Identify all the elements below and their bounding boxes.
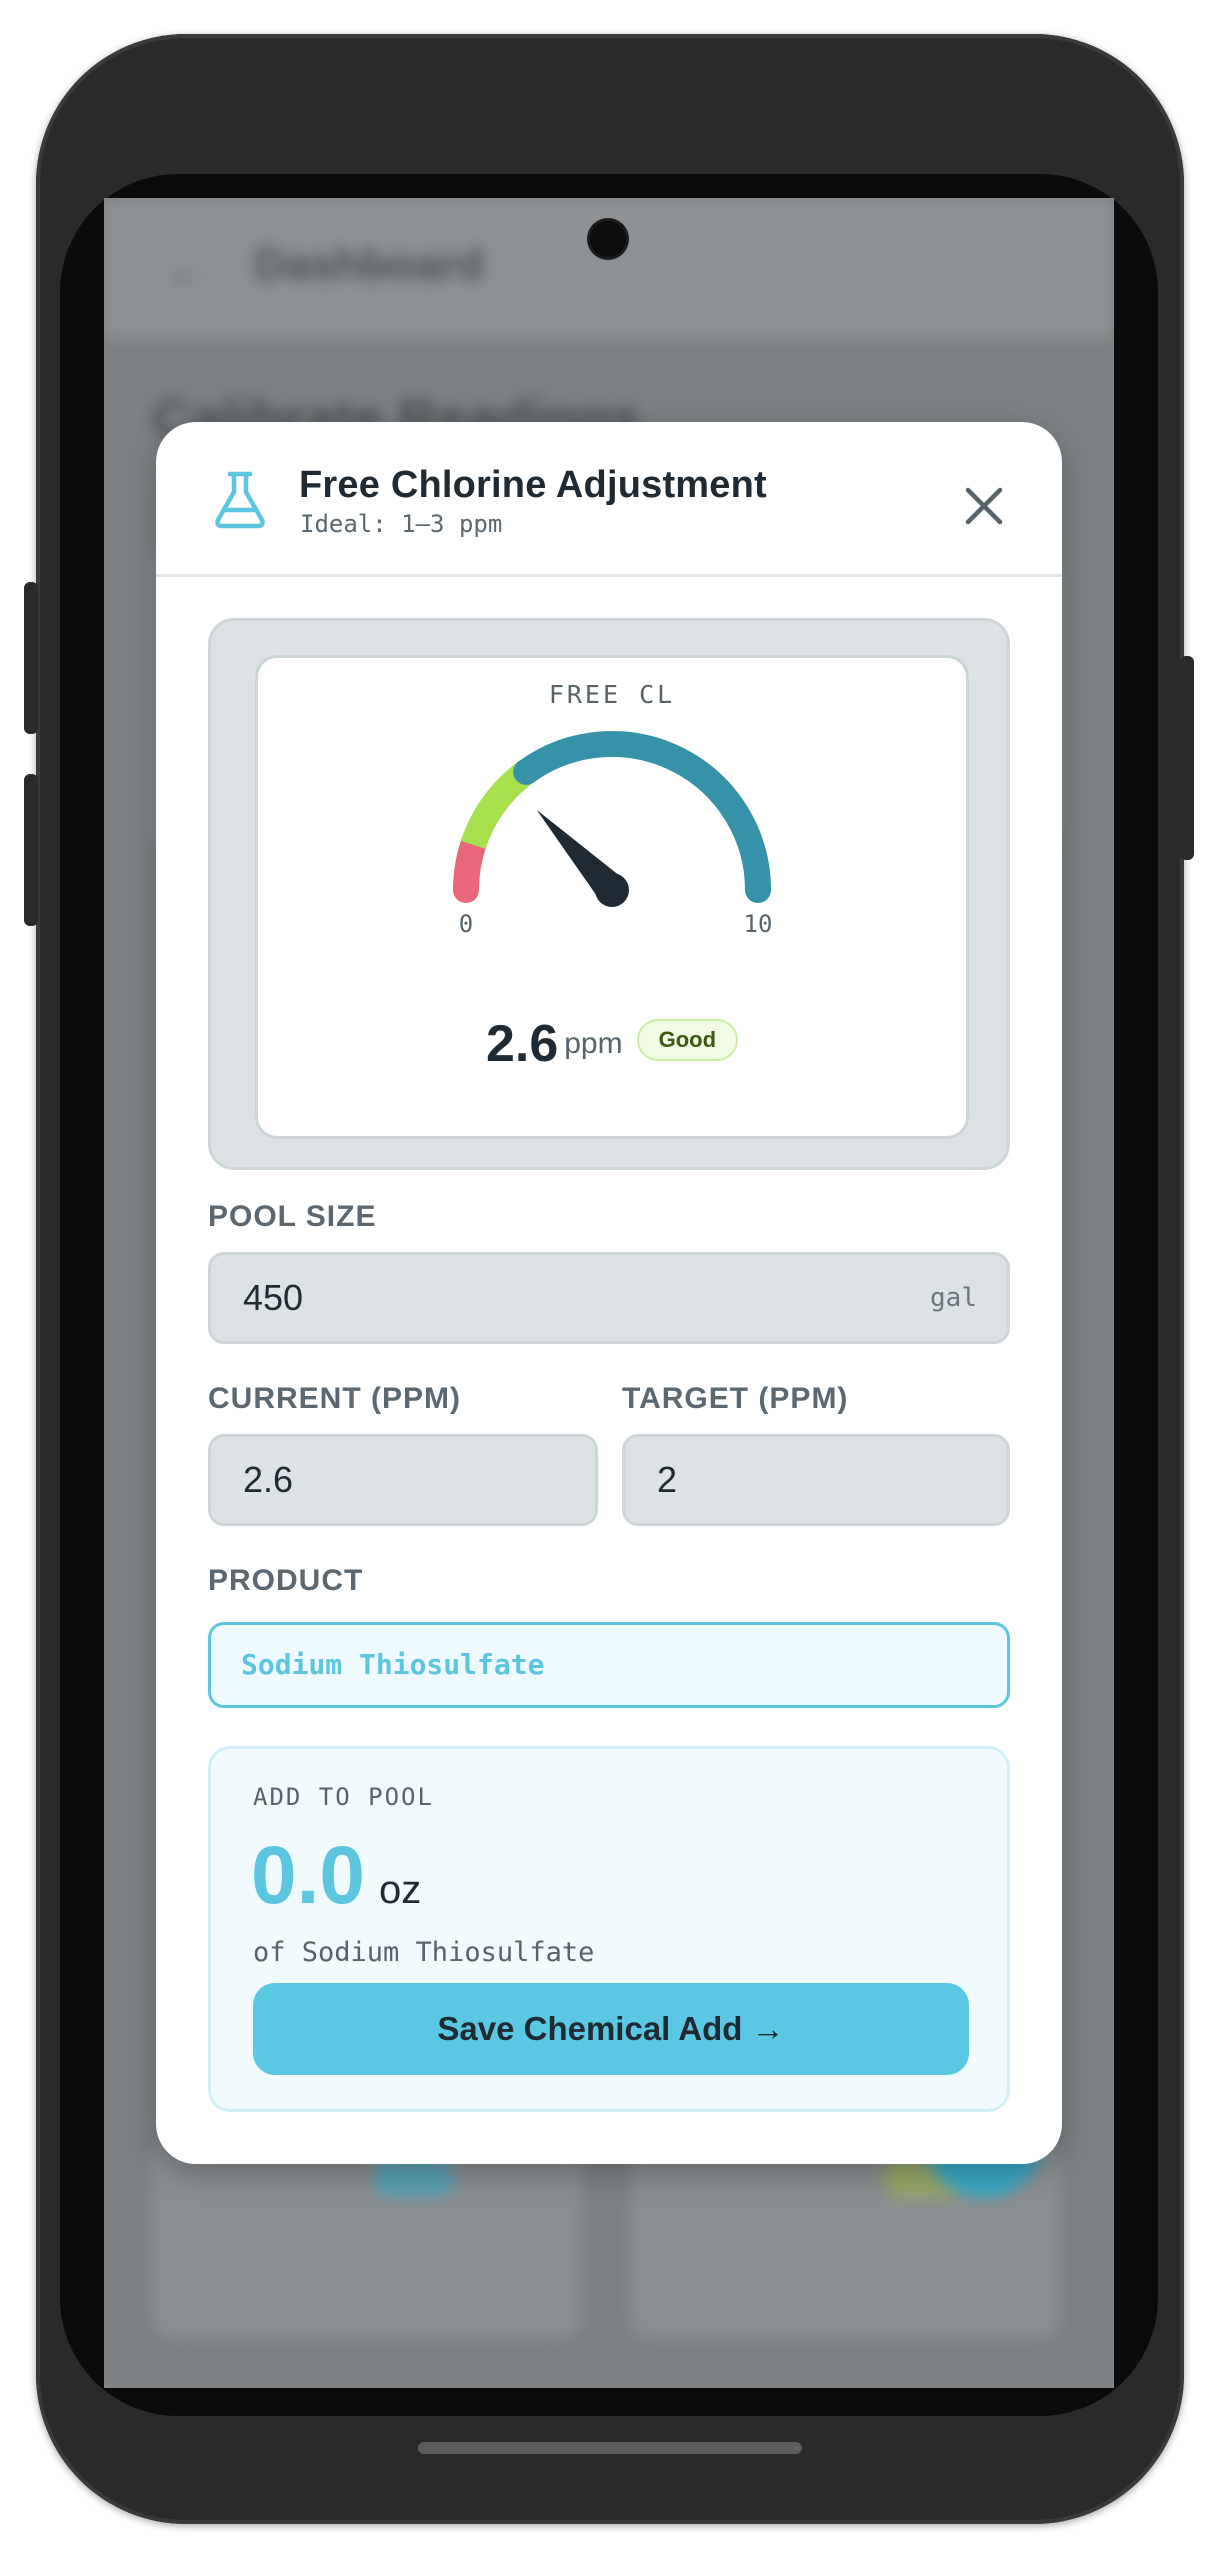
reading-unit: ppm	[564, 1027, 623, 1060]
pool-size-label: POOL SIZE	[208, 1200, 377, 1233]
target-ppm-input[interactable]: 2	[622, 1434, 1010, 1526]
pool-size-input[interactable]: 450 gal	[208, 1252, 1010, 1344]
modal-title: Free Chlorine Adjustment	[299, 464, 767, 506]
volume-down-button	[24, 774, 38, 926]
gauge-card: FREE CL 0 10 2.6 ppm Good	[255, 655, 969, 1139]
flask-icon	[215, 471, 265, 529]
power-button	[1180, 656, 1194, 860]
result-amount: 0.0 oz	[251, 1829, 421, 1923]
current-ppm-value: 2.6	[243, 1459, 294, 1500]
gauge-reading: 2.6 ppm Good	[258, 1014, 966, 1074]
gauge-zone-arc	[453, 831, 487, 903]
result-label: ADD TO POOL	[253, 1783, 434, 1811]
current-ppm-label: CURRENT (PPM)	[208, 1382, 461, 1415]
chlorine-gauge: 0 10	[453, 731, 773, 938]
product-label: PRODUCT	[208, 1564, 364, 1597]
status-badge: Good	[636, 1019, 739, 1061]
current-ppm-input[interactable]: 2.6	[208, 1434, 598, 1526]
result-card: ADD TO POOL 0.0 oz of Sodium Thiosulfate …	[208, 1746, 1010, 2112]
result-unit: oz	[379, 1868, 422, 1912]
home-indicator[interactable]	[418, 2442, 802, 2454]
back-arrow-icon: ←	[164, 243, 210, 295]
volume-up-button	[24, 582, 38, 734]
result-value: 0.0	[251, 1830, 365, 1921]
gauge-label: FREE CL	[548, 680, 676, 709]
target-ppm-label: TARGET (PPM)	[622, 1382, 849, 1415]
target-ppm-value: 2	[657, 1459, 678, 1500]
save-chemical-add-button[interactable]: Save Chemical Add →	[253, 1983, 969, 2075]
gauge-needle-hub	[595, 873, 629, 907]
gauge-zone-arc	[460, 761, 535, 850]
pool-size-unit: gal	[930, 1283, 977, 1313]
close-icon[interactable]	[956, 478, 1012, 534]
gauge-max-label: 10	[744, 910, 773, 938]
background-app-title: Dashboard	[254, 240, 484, 289]
result-product-text: of Sodium Thiosulfate	[253, 1937, 595, 1968]
background-card	[152, 2138, 582, 2338]
modal-subtitle: Ideal: 1–3 ppm	[300, 510, 503, 538]
gauge-min-label: 0	[459, 910, 473, 938]
product-select[interactable]: Sodium Thiosulfate	[208, 1622, 1010, 1708]
gauge-zones	[453, 731, 771, 903]
front-camera	[590, 221, 626, 257]
gauge-panel: FREE CL 0 10 2.6 ppm Good	[208, 618, 1010, 1170]
modal-header: Free Chlorine Adjustment Ideal: 1–3 ppm	[156, 422, 1062, 577]
reading-value: 2.6	[485, 1015, 559, 1073]
gauge-zone-arc	[513, 731, 771, 903]
gauge-needle	[536, 809, 629, 907]
chemical-adjustment-modal: Free Chlorine Adjustment Ideal: 1–3 ppm …	[156, 422, 1062, 2164]
background-chip	[374, 2158, 454, 2198]
pool-size-value: 450	[243, 1277, 304, 1318]
